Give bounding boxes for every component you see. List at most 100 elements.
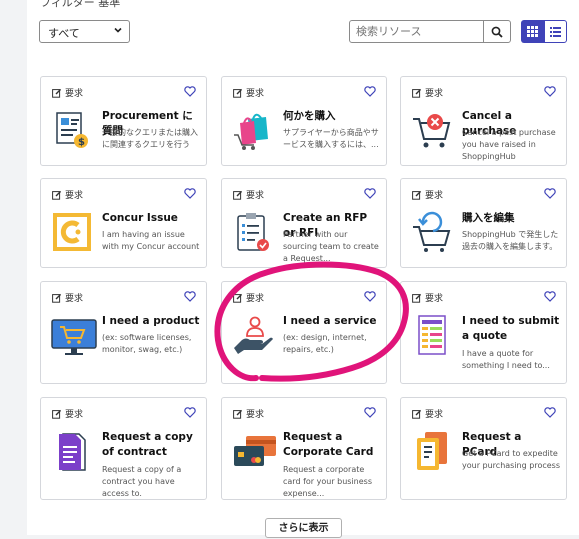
resource-card[interactable]: 要求 Concur Issue I am having an issue wit… — [40, 178, 207, 268]
hand-service-icon — [234, 316, 273, 354]
search-icon — [491, 26, 503, 38]
list-view-button[interactable] — [544, 20, 567, 43]
card-description: ShoppingHub で発生した過去の購入を編集します。 — [462, 230, 559, 251]
card-description: サプライヤーから商品やサービスを購入するには、... — [283, 128, 379, 149]
heart-icon[interactable] — [544, 86, 556, 97]
request-tag: 要求 — [412, 188, 443, 201]
heart-icon[interactable] — [184, 407, 196, 418]
card-title: Request a copy of contract — [102, 431, 193, 458]
card-description: I am having an issue with my Concur acco… — [102, 230, 200, 251]
grid-view-button[interactable] — [521, 20, 544, 43]
request-tag-label: 要求 — [425, 410, 444, 420]
heart-icon[interactable] — [184, 86, 196, 97]
heart-icon[interactable] — [184, 291, 196, 302]
resource-card[interactable]: 要求 I need to submit a quote I have a quo… — [400, 281, 567, 384]
request-tag: 要求 — [412, 291, 443, 304]
filter-select-value: すべて — [48, 27, 80, 40]
resource-card[interactable]: 要求 Cancel a purchase Cancel a past purch… — [400, 76, 567, 166]
list-icon — [550, 27, 561, 37]
heart-icon[interactable] — [184, 188, 196, 199]
request-tag: 要求 — [412, 407, 443, 420]
card-title: 何かを購入 — [283, 110, 336, 122]
card-description: I have a quote for something I need to..… — [462, 349, 550, 370]
request-tag: 要求 — [412, 86, 443, 99]
card-title: 購入を編集 — [462, 212, 515, 224]
heart-icon[interactable] — [364, 407, 376, 418]
svg-text:$: $ — [78, 137, 85, 148]
filter-label: フィルター 基準 — [40, 0, 121, 9]
request-tag-label: 要求 — [65, 191, 84, 201]
resource-card[interactable]: 要求 $ Procurement に質問 一般的なクエリまたは購入に関連するクエ… — [40, 76, 207, 166]
quote-spreadsheet-icon — [418, 315, 446, 355]
procurement-question-icon: $ — [56, 112, 88, 148]
request-tag: 要求 — [233, 188, 264, 201]
request-tag-label: 要求 — [425, 89, 444, 99]
clipboard-checklist-icon — [237, 213, 269, 251]
resource-card[interactable]: 要求 購入を編集 ShoppingHub で発生した過去の購入を編集します。 — [400, 178, 567, 268]
edit-icon — [412, 293, 422, 303]
card-title: I need a service — [283, 315, 377, 327]
request-tag-label: 要求 — [65, 89, 84, 99]
request-tag: 要求 — [233, 291, 264, 304]
edit-icon — [233, 293, 243, 303]
request-tag: 要求 — [52, 86, 83, 99]
request-tag: 要求 — [52, 407, 83, 420]
card-description: (ex: design, internet, repairs, etc.) — [283, 333, 367, 354]
edit-icon — [52, 190, 62, 200]
heart-icon[interactable] — [364, 86, 376, 97]
resource-card[interactable]: 要求 I need a service (ex: design, interne… — [221, 281, 387, 384]
heart-icon[interactable] — [544, 291, 556, 302]
request-tag: 要求 — [52, 291, 83, 304]
cart-cancel-icon — [413, 114, 451, 148]
request-tag-label: 要求 — [246, 89, 265, 99]
request-tag-label: 要求 — [246, 294, 265, 304]
resource-card[interactable]: 要求 I need a product (ex: software licens… — [40, 281, 207, 384]
edit-icon — [233, 190, 243, 200]
resource-card[interactable]: 要求 Request a PCard Get a PCard to expedi… — [400, 397, 567, 500]
card-description: Request a copy of a contract you have ac… — [102, 465, 182, 498]
edit-icon — [412, 88, 422, 98]
edit-icon — [412, 190, 422, 200]
request-tag-label: 要求 — [246, 191, 265, 201]
edit-icon — [52, 88, 62, 98]
heart-icon[interactable] — [364, 188, 376, 199]
chevron-down-icon — [114, 27, 122, 33]
request-tag-label: 要求 — [65, 410, 84, 420]
card-description: 一般的なクエリまたは購入に関連するクエリを行う — [102, 128, 198, 149]
cart-edit-icon — [413, 211, 451, 252]
search-input[interactable] — [356, 25, 480, 38]
edit-icon — [233, 88, 243, 98]
show-more-button[interactable]: さらに表示 — [265, 518, 342, 538]
heart-icon[interactable] — [364, 291, 376, 302]
edit-icon — [233, 409, 243, 419]
resource-card[interactable]: 要求 Request a Corporate Card Request a co… — [221, 397, 387, 500]
edit-icon — [412, 409, 422, 419]
card-description: Partner with our sourcing team to create… — [283, 230, 379, 263]
filter-select[interactable]: すべて — [39, 20, 130, 43]
card-description: Get a PCard to expedite your purchasing … — [462, 449, 560, 470]
heart-icon[interactable] — [544, 407, 556, 418]
search-box — [349, 20, 511, 43]
resource-card[interactable]: 要求 何かを購入 サプライヤーから商品やサービスを購入するには、... — [221, 76, 387, 166]
card-title: I need to submit a quote — [462, 315, 560, 342]
card-title: Concur Issue — [102, 212, 178, 224]
request-tag-label: 要求 — [246, 410, 265, 420]
request-tag-label: 要求 — [425, 191, 444, 201]
search-button[interactable] — [483, 21, 510, 42]
card-description: Request a corporate card for your busine… — [283, 465, 373, 498]
credit-cards-icon — [234, 436, 276, 466]
contract-document-icon — [59, 433, 86, 471]
request-tag-label: 要求 — [65, 294, 84, 304]
pcard-icon — [417, 432, 447, 470]
card-description: (ex: software licenses, monitor, swag, e… — [102, 333, 192, 354]
request-tag: 要求 — [233, 407, 264, 420]
shopping-bag-icon — [234, 113, 268, 150]
card-title: Request a Corporate Card — [283, 431, 374, 458]
resource-card[interactable]: 要求 Create an RFP or RFI Partner with our… — [221, 178, 387, 268]
concur-logo-icon — [53, 213, 91, 251]
heart-icon[interactable] — [544, 188, 556, 199]
request-tag: 要求 — [233, 86, 264, 99]
resource-card[interactable]: 要求 Request a copy of contract Request a … — [40, 397, 207, 500]
card-title: I need a product — [102, 315, 200, 327]
card-description: Cancel a past purchase you have raised i… — [462, 128, 556, 161]
